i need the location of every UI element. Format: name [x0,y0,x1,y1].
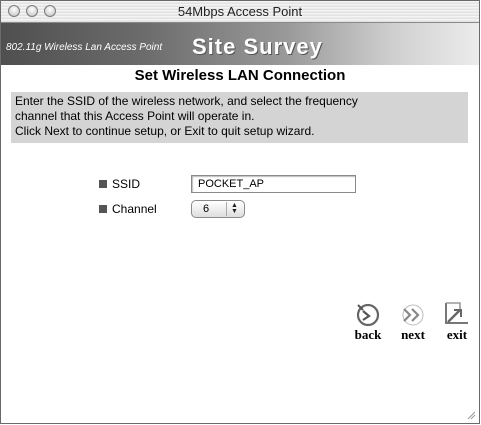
window-title: 54Mbps Access Point [177,4,303,19]
exit-label: exit [446,327,468,342]
exit-button[interactable]: exit [437,301,477,343]
exit-icon [445,302,468,324]
instruction-line: channel that this Access Point will oper… [15,109,255,123]
channel-select[interactable]: 6 ▲ ▼ [191,200,245,218]
updown-arrows-icon: ▲ ▼ [226,202,242,216]
bullet-icon [99,180,107,188]
channel-label-row: Channel [99,202,157,216]
back-icon [355,302,381,327]
back-button[interactable]: back [348,301,388,343]
back-label: back [354,327,382,342]
bullet-icon [99,205,107,213]
channel-value: 6 [203,203,210,215]
next-icon [402,304,424,326]
banner: 802.11g Wireless Lan Access Point Site S… [1,23,479,65]
page-title: Set Wireless LAN Connection [134,67,346,84]
app-window: 54Mbps Access Point 802.11g Wireless Lan… [0,0,480,424]
channel-label: Channel [112,202,157,216]
instructions-panel: Enter the SSID of the wireless network, … [11,92,468,143]
next-button[interactable]: next [393,301,433,343]
banner-subtitle: 802.11g Wireless Lan Access Point [6,42,163,53]
banner-title: Site Survey [192,34,323,59]
instruction-line: Enter the SSID of the wireless network, … [15,94,358,108]
ssid-label-row: SSID [99,177,140,191]
title-bar[interactable]: 54Mbps Access Point [1,1,479,23]
instruction-line: Click Next to continue setup, or Exit to… [15,124,315,138]
next-label: next [401,327,425,342]
resize-grip-icon[interactable] [466,410,476,420]
ssid-label: SSID [112,177,141,191]
ssid-input[interactable] [191,175,356,193]
